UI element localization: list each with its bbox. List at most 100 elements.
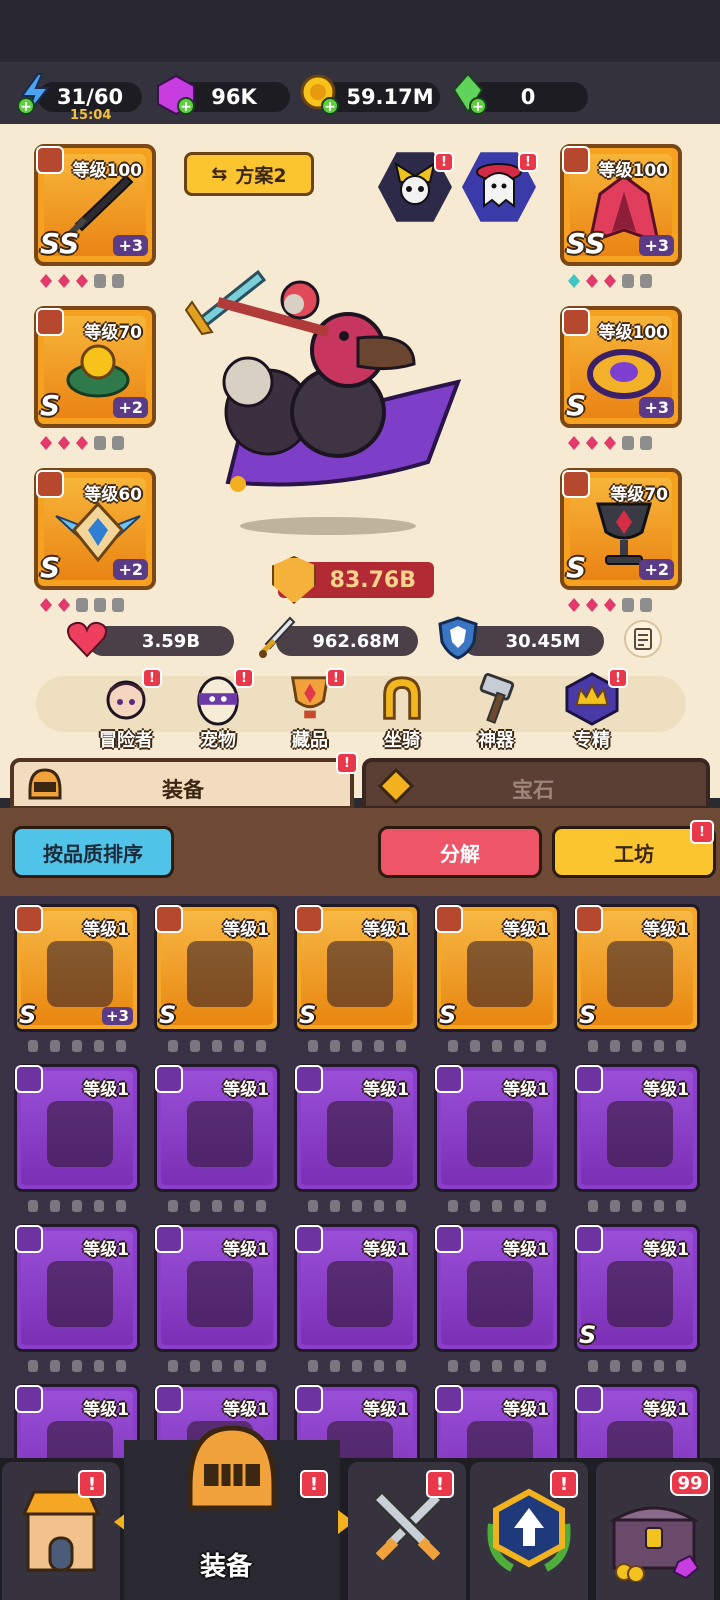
socket-row [40,436,124,450]
sort-by-quality-button[interactable]: 按品质排序 [12,826,174,878]
item-type-icon [155,1065,183,1093]
item-type-icon [295,1385,323,1413]
inventory-item[interactable]: 等级1 S [574,1224,700,1352]
inventory-item[interactable]: 等级1 [434,1224,560,1352]
mace-icon [607,1261,673,1327]
item-type-icon [155,905,183,933]
inventory-item[interactable]: 等级1 S [434,904,560,1032]
heart-icon [67,621,107,658]
green-crystal-icon: + [452,72,487,115]
treasure-chest-icon [608,1506,700,1582]
item-type-icon [15,1385,43,1413]
item-type-icon [435,1065,463,1093]
socket-locks [28,1360,126,1372]
alert-badge: ! [690,820,714,844]
inventory-item[interactable]: 等级1 [154,1224,280,1352]
inventory-item[interactable]: 等级1 [574,1064,700,1192]
inventory-item[interactable]: 等级1 [294,1064,420,1192]
ring-type-icon [36,308,64,336]
item-type-icon [435,1385,463,1413]
inventory-item[interactable]: 等级1 S [574,904,700,1032]
equip-slot-ring-2[interactable]: 等级100 S +3 [560,306,682,428]
socket-locks [308,1200,406,1212]
armor-type-icon [562,146,590,174]
wand-icon [187,1261,253,1327]
alert-badge: ! [326,668,346,688]
item-type-icon [295,1225,323,1253]
socket-locks [28,1200,126,1212]
dark-sword-icon [47,941,113,1007]
item-type-icon [575,905,603,933]
dismantle-button[interactable]: 分解 [378,826,542,878]
ring-icon [66,344,130,398]
tab-equipment[interactable]: 装备 [10,758,354,810]
socket-row [40,274,124,288]
equip-slot-weapon[interactable]: 等级100 SS +3 [34,144,156,266]
alert-badge: ! [336,752,358,774]
socket-row [40,598,124,612]
svg-text:+: + [20,99,32,115]
hp-stat: 3.59B [88,626,234,656]
helmet-icon [187,1425,277,1511]
socket-locks [168,1200,266,1212]
purple-gem-icon: + [157,74,195,116]
bow-icon [187,941,253,1007]
stats-detail-button[interactable] [624,620,662,658]
equip-slot-necklace[interactable]: 等级60 S +2 [34,468,156,590]
loadout-switch-button[interactable]: ⇆ 方案2 [184,152,314,196]
inventory-item[interactable]: 等级1 [154,1064,280,1192]
alert-badge: ! [300,1470,328,1498]
staff-icon [467,1101,533,1167]
item-type-icon [295,1065,323,1093]
helmet-icon [28,768,62,800]
inventory-item[interactable]: 等级1 [14,1064,140,1192]
armor-icon [467,941,533,1007]
item-type-icon [575,1065,603,1093]
wand-icon [47,1261,113,1327]
notes-icon [634,628,652,650]
item-type-icon [155,1225,183,1253]
wand-icon [607,1101,673,1167]
menu-artifact[interactable]: 神器 [456,672,536,752]
item-type-icon [155,1385,183,1413]
inventory-item[interactable]: 等级1 S [294,904,420,1032]
status-strip [0,0,720,62]
energy-icon: + [17,73,51,115]
tab-gems[interactable]: 宝石 [362,758,710,810]
wand-icon [467,1261,533,1327]
item-type-icon [15,1225,43,1253]
skull-jester-icon [394,161,436,205]
item-type-icon [435,1225,463,1253]
inventory-item[interactable]: 等级1 [434,1064,560,1192]
item-type-icon [575,1385,603,1413]
inventory-item[interactable]: 等级1 [294,1224,420,1352]
item-type-icon [575,1225,603,1253]
equip-slot-chalice[interactable]: 等级70 S +2 [560,468,682,590]
socket-locks [168,1040,266,1052]
equip-slot-ring[interactable]: 等级70 S +2 [34,306,156,428]
socket-locks [168,1360,266,1372]
alert-badge: ! [518,152,538,172]
alert-badge: ! [78,1470,106,1498]
ring-icon [587,349,661,399]
socket-locks [448,1040,546,1052]
hammer-icon [479,673,515,724]
necklace-type-icon [36,470,64,498]
shield-icon [438,616,478,660]
ring-type-icon [562,308,590,336]
equip-slot-armor[interactable]: 等级100 SS +3 [560,144,682,266]
hero-character[interactable] [178,262,478,542]
swap-arrows-icon: ⇆ [211,163,228,185]
ghost-sombrero-icon [476,163,522,208]
alert-badge: ! [234,668,254,688]
armor-icon [327,941,393,1007]
inventory-item[interactable]: 等级1 [14,1224,140,1352]
inventory-item[interactable]: 等级1 S [154,904,280,1032]
alert-badge: ! [426,1470,454,1498]
attack-stat: 962.68M [276,626,418,656]
socket-locks [588,1200,686,1212]
menu-mount[interactable]: 坐骑 [362,672,442,752]
inventory-item[interactable]: 等级1 S +3 [14,904,140,1032]
bow-icon [327,1101,393,1167]
crossed-swords-icon [371,1489,445,1561]
